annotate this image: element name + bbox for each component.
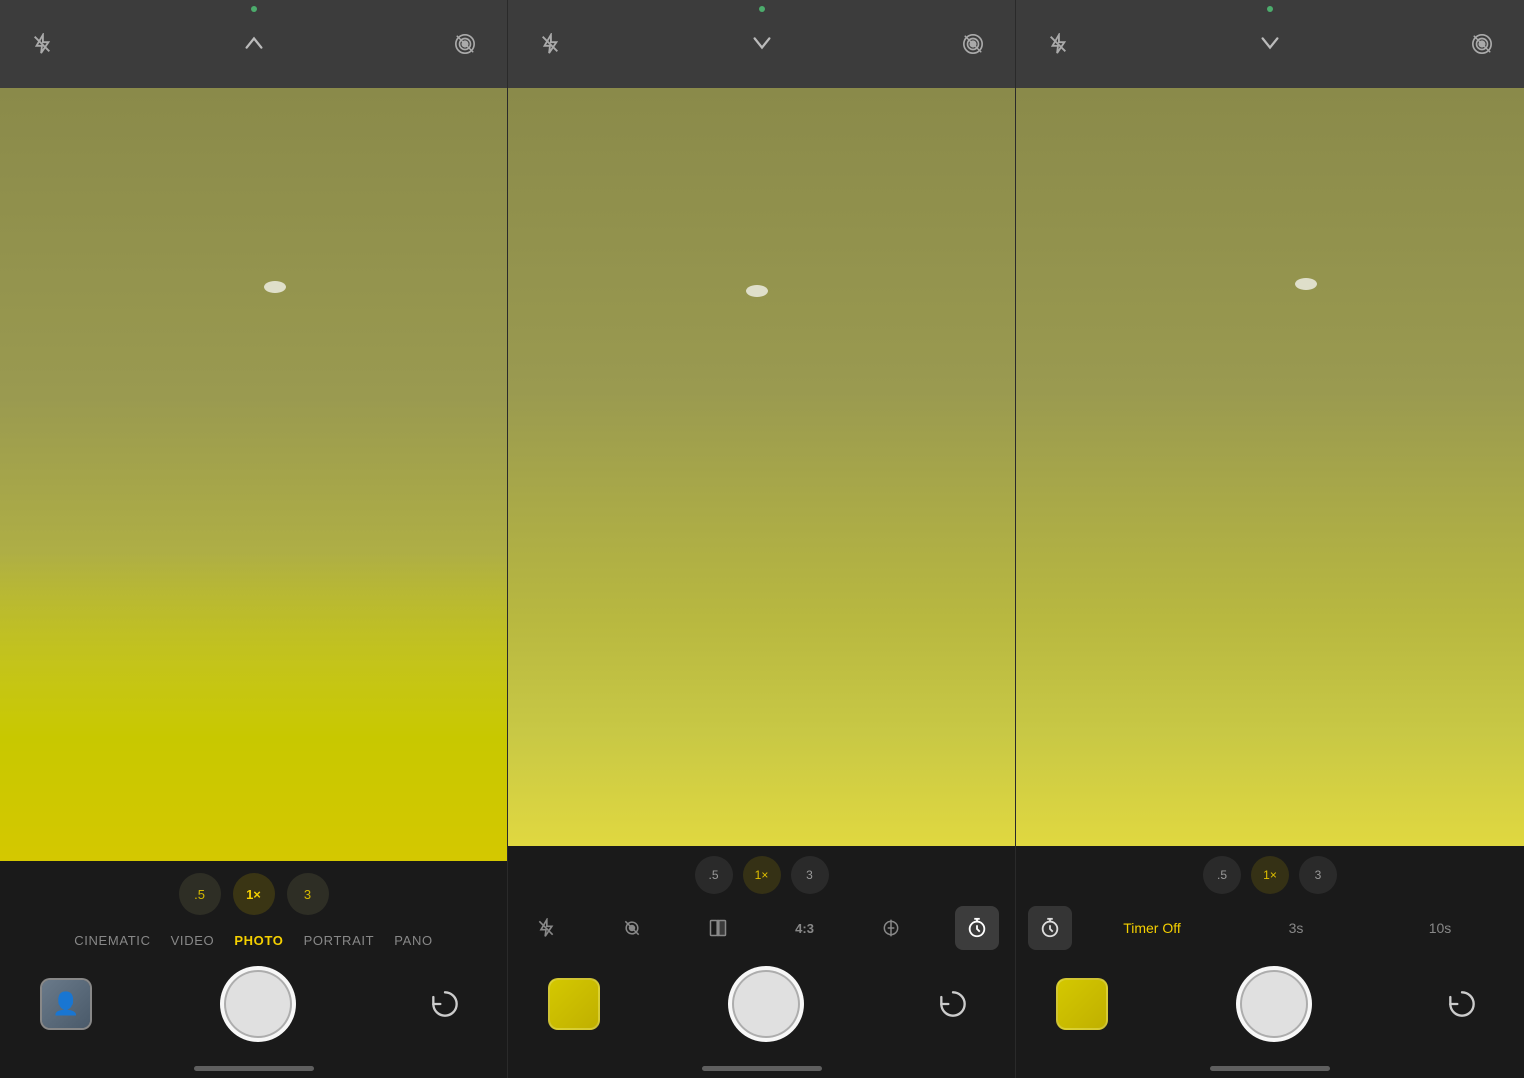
rotate-button-1[interactable] <box>423 982 467 1026</box>
live-photo-icon-3[interactable] <box>1464 26 1500 62</box>
shutter-inner-3 <box>1242 972 1306 1036</box>
zoom-3x-button[interactable]: 3 <box>287 873 329 915</box>
zoom-1x-button-3[interactable]: 1× <box>1251 856 1289 894</box>
bottom-area-3: .5 1× 3 Timer Off 3s 10s <box>1016 846 1524 1078</box>
zoom-05-button-2[interactable]: .5 <box>695 856 733 894</box>
shutter-row-2 <box>508 956 1015 1058</box>
shutter-inner-1 <box>226 972 290 1036</box>
thumbnail-2[interactable] <box>548 978 600 1030</box>
mode-selector: CINEMATIC VIDEO PHOTO PORTRAIT PANO <box>0 923 507 956</box>
shutter-row-1: 👤 <box>0 956 507 1058</box>
zoom-buttons-3: .5 1× 3 <box>1016 846 1524 900</box>
flash-off-icon-2[interactable] <box>532 26 568 62</box>
home-indicator-1 <box>0 1058 507 1078</box>
zoom-buttons-1: .5 1× 3 <box>0 861 507 923</box>
thumbnail-3[interactable] <box>1056 978 1108 1030</box>
panel-timer-mode: .5 1× 3 Timer Off 3s 10s <box>1016 0 1524 1078</box>
top-bar-2 <box>508 0 1015 88</box>
zoom-05-button-3[interactable]: .5 <box>1203 856 1241 894</box>
panel-tools-mode: .5 1× 3 <box>508 0 1016 1078</box>
timer-10s-option[interactable]: 10s <box>1368 908 1512 948</box>
live-photo-icon-2[interactable] <box>955 26 991 62</box>
status-dot <box>251 6 257 12</box>
flash-off-icon[interactable] <box>24 26 60 62</box>
mode-video[interactable]: VIDEO <box>171 933 215 948</box>
mode-pano[interactable]: PANO <box>394 933 432 948</box>
home-indicator-2 <box>508 1058 1015 1078</box>
timer-icon-button[interactable] <box>1028 906 1072 950</box>
tools-bar: 4:3 <box>508 900 1015 956</box>
home-indicator-3 <box>1016 1058 1524 1078</box>
bottom-area-1: .5 1× 3 CINEMATIC VIDEO PHOTO PORTRAIT P… <box>0 861 507 1078</box>
zoom-1x-button[interactable]: 1× <box>233 873 275 915</box>
status-dot-2 <box>759 6 765 12</box>
highlight-2 <box>746 285 768 297</box>
live-photo-icon[interactable] <box>447 26 483 62</box>
bottom-area-2: .5 1× 3 <box>508 846 1015 1078</box>
zoom-05-button[interactable]: .5 <box>179 873 221 915</box>
top-bar-3 <box>1016 0 1524 88</box>
zoom-3x-button-2[interactable]: 3 <box>791 856 829 894</box>
home-bar-2 <box>702 1066 822 1071</box>
flip-tool[interactable] <box>696 906 740 950</box>
rotate-button-3[interactable] <box>1440 982 1484 1026</box>
panel-photo-mode: .5 1× 3 CINEMATIC VIDEO PHOTO PORTRAIT P… <box>0 0 508 1078</box>
shutter-inner-2 <box>734 972 798 1036</box>
mode-cinematic[interactable]: CINEMATIC <box>74 933 150 948</box>
zoom-3x-button-3[interactable]: 3 <box>1299 856 1337 894</box>
ratio-tool[interactable]: 4:3 <box>783 906 827 950</box>
flash-tool[interactable] <box>524 906 568 950</box>
timer-bar: Timer Off 3s 10s <box>1016 900 1524 956</box>
shutter-button-1[interactable] <box>220 966 296 1042</box>
home-bar-3 <box>1210 1066 1330 1071</box>
mode-photo[interactable]: PHOTO <box>234 933 283 948</box>
timer-tool[interactable] <box>955 906 999 950</box>
zoom-buttons-2: .5 1× 3 <box>508 846 1015 900</box>
shutter-button-3[interactable] <box>1236 966 1312 1042</box>
timer-3s-option[interactable]: 3s <box>1224 908 1368 948</box>
zoom-1x-button-2[interactable]: 1× <box>743 856 781 894</box>
flash-off-icon-3[interactable] <box>1040 26 1076 62</box>
rotate-button-2[interactable] <box>931 982 975 1026</box>
viewfinder-2[interactable] <box>508 88 1015 846</box>
timer-off-option[interactable]: Timer Off <box>1080 908 1224 948</box>
viewfinder-1[interactable] <box>0 88 507 861</box>
thumbnail-1[interactable]: 👤 <box>40 978 92 1030</box>
top-bar-1 <box>0 0 507 88</box>
exposure-tool[interactable] <box>869 906 913 950</box>
chevron-down-icon-2[interactable] <box>751 34 773 55</box>
mode-portrait[interactable]: PORTRAIT <box>304 933 375 948</box>
chevron-down-icon-3[interactable] <box>1259 34 1281 55</box>
thumbnail-image-1: 👤 <box>42 980 90 1028</box>
viewfinder-3[interactable] <box>1016 88 1524 846</box>
home-bar-1 <box>194 1066 314 1071</box>
shutter-button-2[interactable] <box>728 966 804 1042</box>
highlight-3 <box>1295 278 1317 290</box>
highlight-1 <box>264 281 286 293</box>
status-dot-3 <box>1267 6 1273 12</box>
shutter-row-3 <box>1016 956 1524 1058</box>
live-tool[interactable] <box>610 906 654 950</box>
chevron-up-icon[interactable] <box>243 34 265 55</box>
